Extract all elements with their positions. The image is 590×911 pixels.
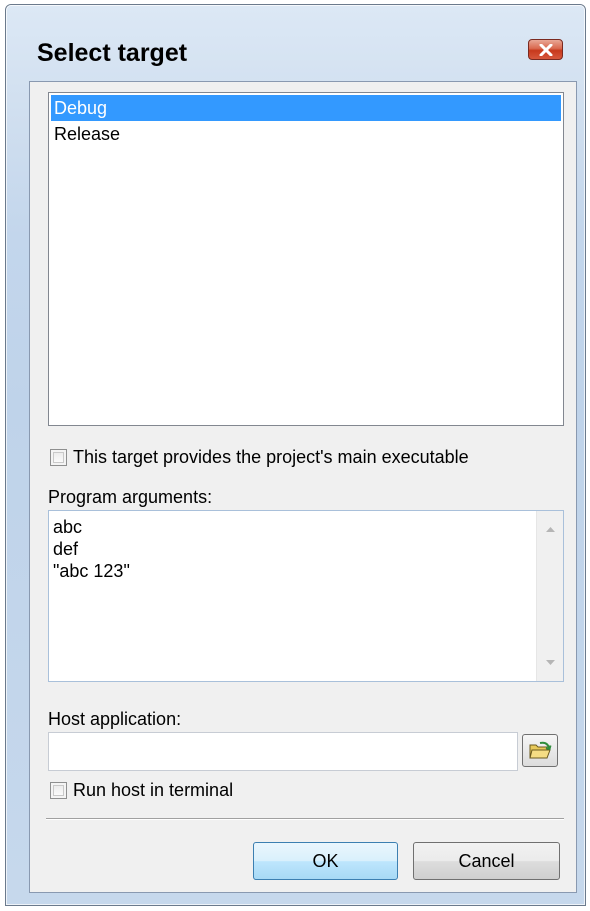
separator [46,818,564,820]
main-executable-label: This target provides the project's main … [73,447,469,467]
list-item-release[interactable]: Release [51,121,561,147]
dialog-title: Select target [37,39,188,67]
program-arguments-label: Program arguments: [48,487,213,507]
host-application-label: Host application: [48,709,182,729]
target-listbox[interactable]: Debug Release [48,92,564,426]
dialog-window: Select target Debug Release This target … [5,4,586,906]
run-in-terminal-label: Run host in terminal [73,780,234,800]
main-executable-checkbox[interactable] [50,449,67,466]
argument-line: abc [53,517,83,537]
main-executable-row[interactable]: This target provides the project's main … [50,447,469,468]
dialog-client-area: Debug Release This target provides the p… [29,81,577,893]
argument-line: def [53,539,79,559]
host-application-input[interactable] [48,732,518,771]
argument-line: "abc 123" [53,561,130,581]
folder-open-icon [529,741,552,758]
list-item-debug[interactable]: Debug [51,95,561,121]
close-x-icon [539,43,552,56]
arguments-scrollbar[interactable] [536,511,563,681]
run-in-terminal-checkbox[interactable] [50,782,67,799]
program-arguments-textarea[interactable]: abc def "abc 123" [48,510,564,682]
run-in-terminal-row[interactable]: Run host in terminal [50,780,233,801]
scroll-down-icon[interactable] [545,659,556,667]
ok-button[interactable]: OK [253,842,398,880]
browse-host-button[interactable] [522,734,558,767]
close-button[interactable] [528,39,563,60]
cancel-button[interactable]: Cancel [413,842,560,880]
scroll-up-icon[interactable] [545,525,556,533]
